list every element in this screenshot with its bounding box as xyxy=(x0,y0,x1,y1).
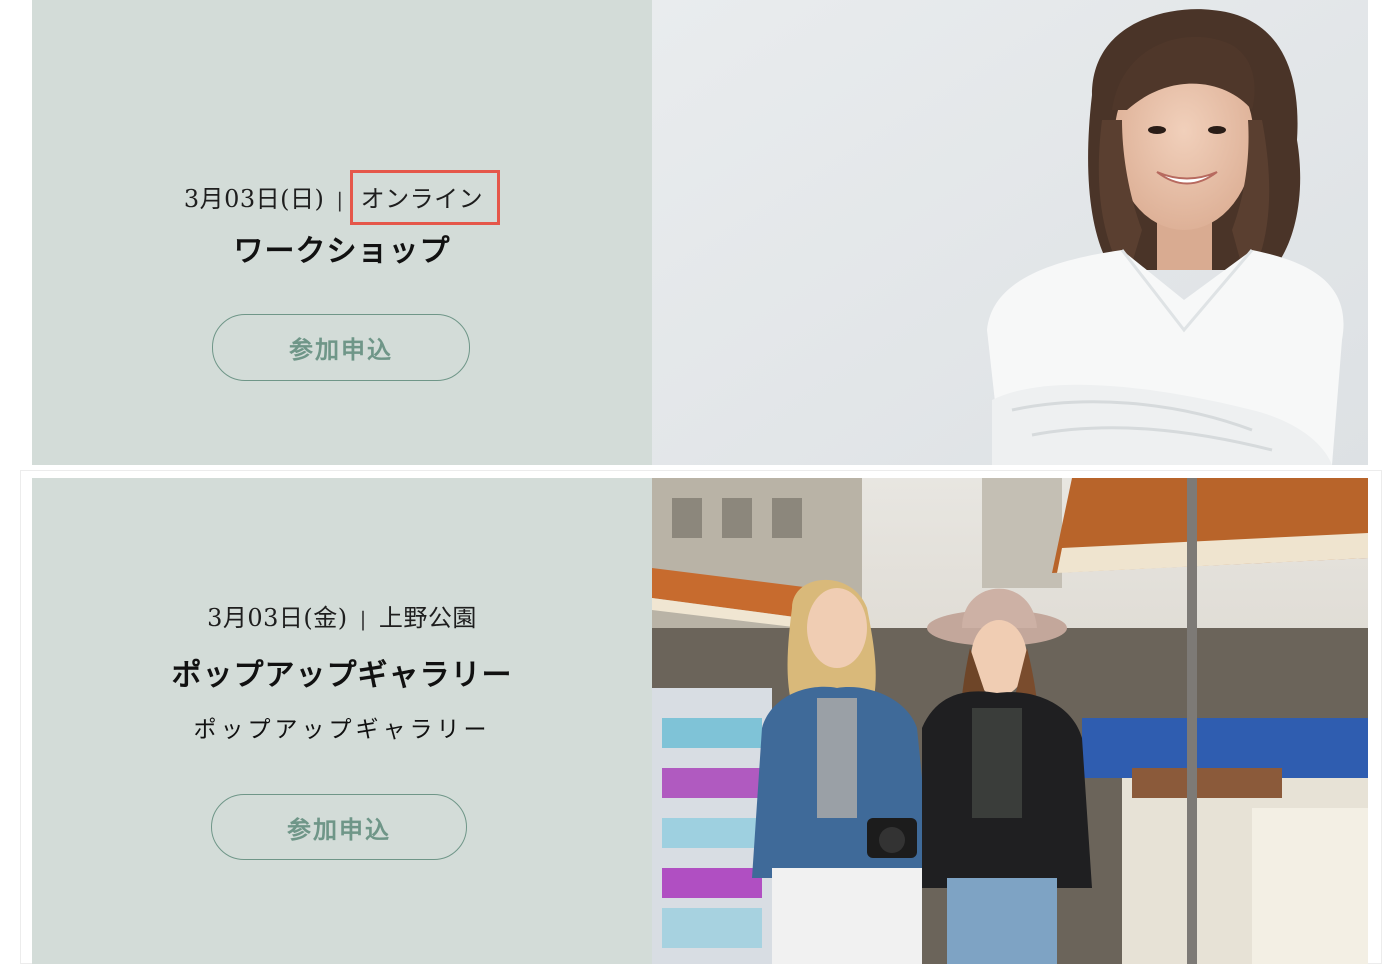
meta-separator: | xyxy=(359,607,367,631)
event-subtitle: ポップアップギャラリー xyxy=(193,717,491,743)
event-meta: 3月03日(日) | オンライン xyxy=(32,170,652,225)
event-date: 3月03日(金) xyxy=(207,604,348,632)
event-info-panel: 3月03日(金) | 上野公園 ポップアップギャラリー ポップアップギャラリー 参加… xyxy=(32,478,652,964)
event-date: 3月03日(日) xyxy=(183,185,325,213)
event-location-highlighted: オンライン xyxy=(349,170,501,225)
event-location: 上野公園 xyxy=(378,604,477,632)
register-button[interactable]: 参加申込 xyxy=(211,794,467,860)
event-info-panel: 3月03日(日) | オンライン ワークショップ 参加申込 xyxy=(32,0,652,465)
event-title: ワークショップ xyxy=(233,234,451,269)
register-button[interactable]: 参加申込 xyxy=(212,314,470,381)
events-page: 3月03日(日) | オンライン ワークショップ 参加申込 3月03日(金) |… xyxy=(0,0,1382,964)
event-image-market xyxy=(652,478,1368,964)
portrait-photo xyxy=(652,0,1368,465)
meta-separator: | xyxy=(336,188,344,212)
event-title: ポップアップギャラリー xyxy=(171,658,513,693)
event-card-popup-gallery: 3月03日(金) | 上野公園 ポップアップギャラリー ポップアップギャラリー 参加… xyxy=(32,478,1368,964)
event-image-portrait xyxy=(652,0,1368,465)
event-card-workshop: 3月03日(日) | オンライン ワークショップ 参加申込 xyxy=(32,0,1368,465)
market-photo xyxy=(652,478,1368,964)
event-meta: 3月03日(金) | 上野公園 xyxy=(32,598,652,633)
event-location: オンライン xyxy=(360,185,484,213)
